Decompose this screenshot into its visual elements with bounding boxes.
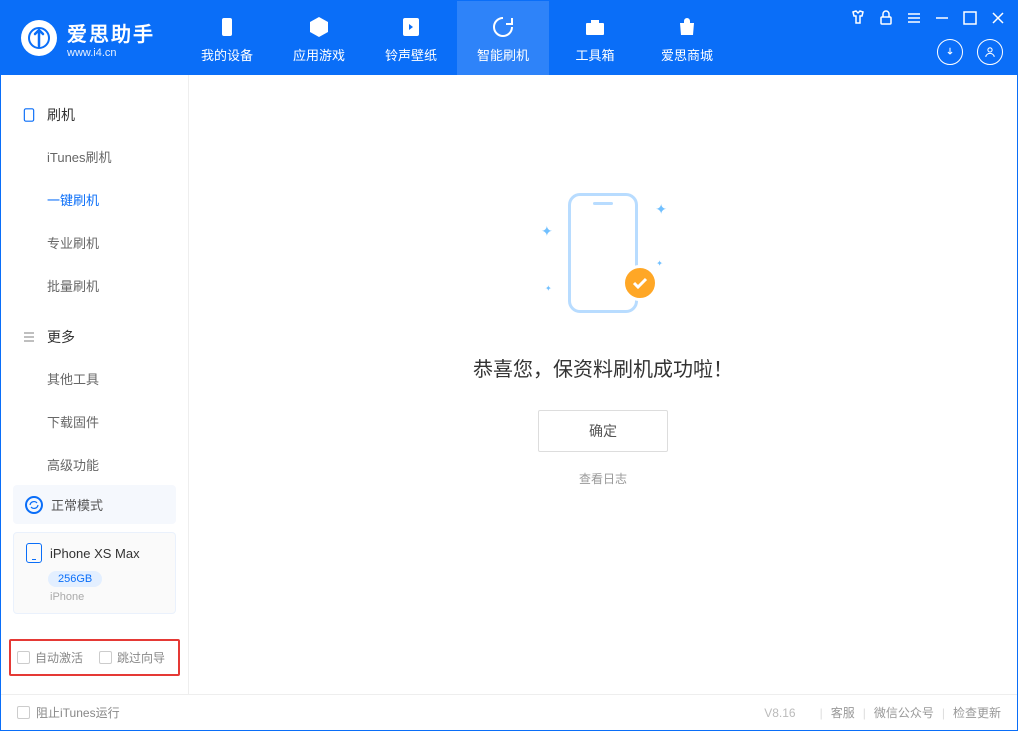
- sidebar-item-oneclick-flash[interactable]: 一键刷机: [1, 178, 188, 221]
- tab-toolbox[interactable]: 工具箱: [549, 1, 641, 75]
- music-icon: [397, 13, 425, 41]
- cube-icon: [305, 13, 333, 41]
- tab-apps-games[interactable]: 应用游戏: [273, 1, 365, 75]
- main-content: ✦ ✦ ✦ ✦ 恭喜您，保资料刷机成功啦！ 确定 查看日志: [189, 75, 1017, 694]
- check-update-link[interactable]: 检查更新: [953, 704, 1001, 721]
- logo-section: 爱思助手 www.i4.cn: [1, 18, 181, 59]
- app-title: 爱思助手: [67, 18, 155, 47]
- sparkle-icon: ✦: [541, 223, 553, 240]
- success-message: 恭喜您，保资料刷机成功啦！: [473, 353, 733, 382]
- sidebar-item-other-tools[interactable]: 其他工具: [1, 357, 188, 400]
- tab-label: 爱思商城: [661, 45, 713, 64]
- options-highlighted-box: 自动激活 跳过向导: [9, 639, 180, 676]
- sparkle-icon: ✦: [655, 201, 667, 218]
- checkbox-label: 阻止iTunes运行: [36, 704, 120, 721]
- tab-label: 应用游戏: [293, 45, 345, 64]
- tab-store[interactable]: 爱思商城: [641, 1, 733, 75]
- sparkle-icon: ✦: [656, 259, 663, 268]
- footer: 阻止iTunes运行 V8.16 | 客服 | 微信公众号 | 检查更新: [1, 694, 1017, 730]
- sparkle-icon: ✦: [545, 284, 552, 293]
- bag-icon: [673, 13, 701, 41]
- version-label: V8.16: [764, 706, 795, 720]
- app-subtitle: www.i4.cn: [67, 47, 155, 59]
- user-button[interactable]: [977, 39, 1003, 65]
- tshirt-icon[interactable]: [849, 9, 867, 27]
- skip-guide-checkbox[interactable]: 跳过向导: [99, 649, 165, 666]
- sidebar-item-pro-flash[interactable]: 专业刷机: [1, 221, 188, 264]
- mode-label: 正常模式: [51, 495, 103, 514]
- auto-activate-checkbox[interactable]: 自动激活: [17, 649, 83, 666]
- group-title: 刷机: [47, 105, 75, 125]
- block-itunes-checkbox[interactable]: 阻止iTunes运行: [17, 704, 120, 721]
- device-icon: [26, 543, 42, 563]
- ok-button[interactable]: 确定: [538, 410, 668, 452]
- sidebar-item-advanced[interactable]: 高级功能: [1, 443, 188, 486]
- view-log-link[interactable]: 查看日志: [579, 470, 627, 487]
- window-controls: [849, 9, 1007, 27]
- checkbox-label: 自动激活: [35, 649, 83, 666]
- sidebar-item-itunes-flash[interactable]: iTunes刷机: [1, 135, 188, 178]
- tab-ringtone-wallpaper[interactable]: 铃声壁纸: [365, 1, 457, 75]
- toolbox-icon: [581, 13, 609, 41]
- header-action-buttons: [937, 39, 1003, 65]
- tab-label: 我的设备: [201, 45, 253, 64]
- checkmark-badge-icon: [622, 265, 658, 301]
- mode-indicator[interactable]: 正常模式: [13, 485, 176, 524]
- logo-icon: [21, 20, 57, 56]
- list-icon: [21, 329, 37, 345]
- refresh-icon: [489, 13, 517, 41]
- tab-smart-flash[interactable]: 智能刷机: [457, 1, 549, 75]
- phone-icon: [213, 13, 241, 41]
- header: 爱思助手 www.i4.cn 我的设备 应用游戏 铃声壁纸 智能刷机 工具箱 爱…: [1, 1, 1017, 75]
- nav-tabs: 我的设备 应用游戏 铃声壁纸 智能刷机 工具箱 爱思商城: [181, 1, 733, 75]
- success-illustration: ✦ ✦ ✦ ✦: [533, 183, 673, 323]
- minimize-icon[interactable]: [933, 9, 951, 27]
- sidebar-group-more: 更多: [1, 317, 188, 357]
- device-card[interactable]: iPhone XS Max 256GB iPhone: [13, 532, 176, 614]
- sidebar-group-flash: 刷机: [1, 95, 188, 135]
- sidebar-item-download-firmware[interactable]: 下载固件: [1, 400, 188, 443]
- phone-outline-icon: [21, 107, 37, 123]
- group-title: 更多: [47, 327, 75, 347]
- tab-label: 铃声壁纸: [385, 45, 437, 64]
- tab-my-device[interactable]: 我的设备: [181, 1, 273, 75]
- sidebar-item-batch-flash[interactable]: 批量刷机: [1, 264, 188, 307]
- sync-icon: [25, 496, 43, 514]
- device-storage-badge: 256GB: [48, 571, 102, 587]
- lock-icon[interactable]: [877, 9, 895, 27]
- device-name: iPhone XS Max: [50, 546, 140, 561]
- sidebar: 刷机 iTunes刷机 一键刷机 专业刷机 批量刷机 更多 其他工具 下载固件 …: [1, 75, 189, 694]
- menu-icon[interactable]: [905, 9, 923, 27]
- tab-label: 工具箱: [575, 45, 614, 64]
- wechat-link[interactable]: 微信公众号: [874, 704, 934, 721]
- customer-service-link[interactable]: 客服: [831, 704, 855, 721]
- download-button[interactable]: [937, 39, 963, 65]
- checkbox-label: 跳过向导: [117, 649, 165, 666]
- maximize-icon[interactable]: [961, 9, 979, 27]
- device-type: iPhone: [50, 591, 163, 603]
- close-icon[interactable]: [989, 9, 1007, 27]
- tab-label: 智能刷机: [477, 45, 529, 64]
